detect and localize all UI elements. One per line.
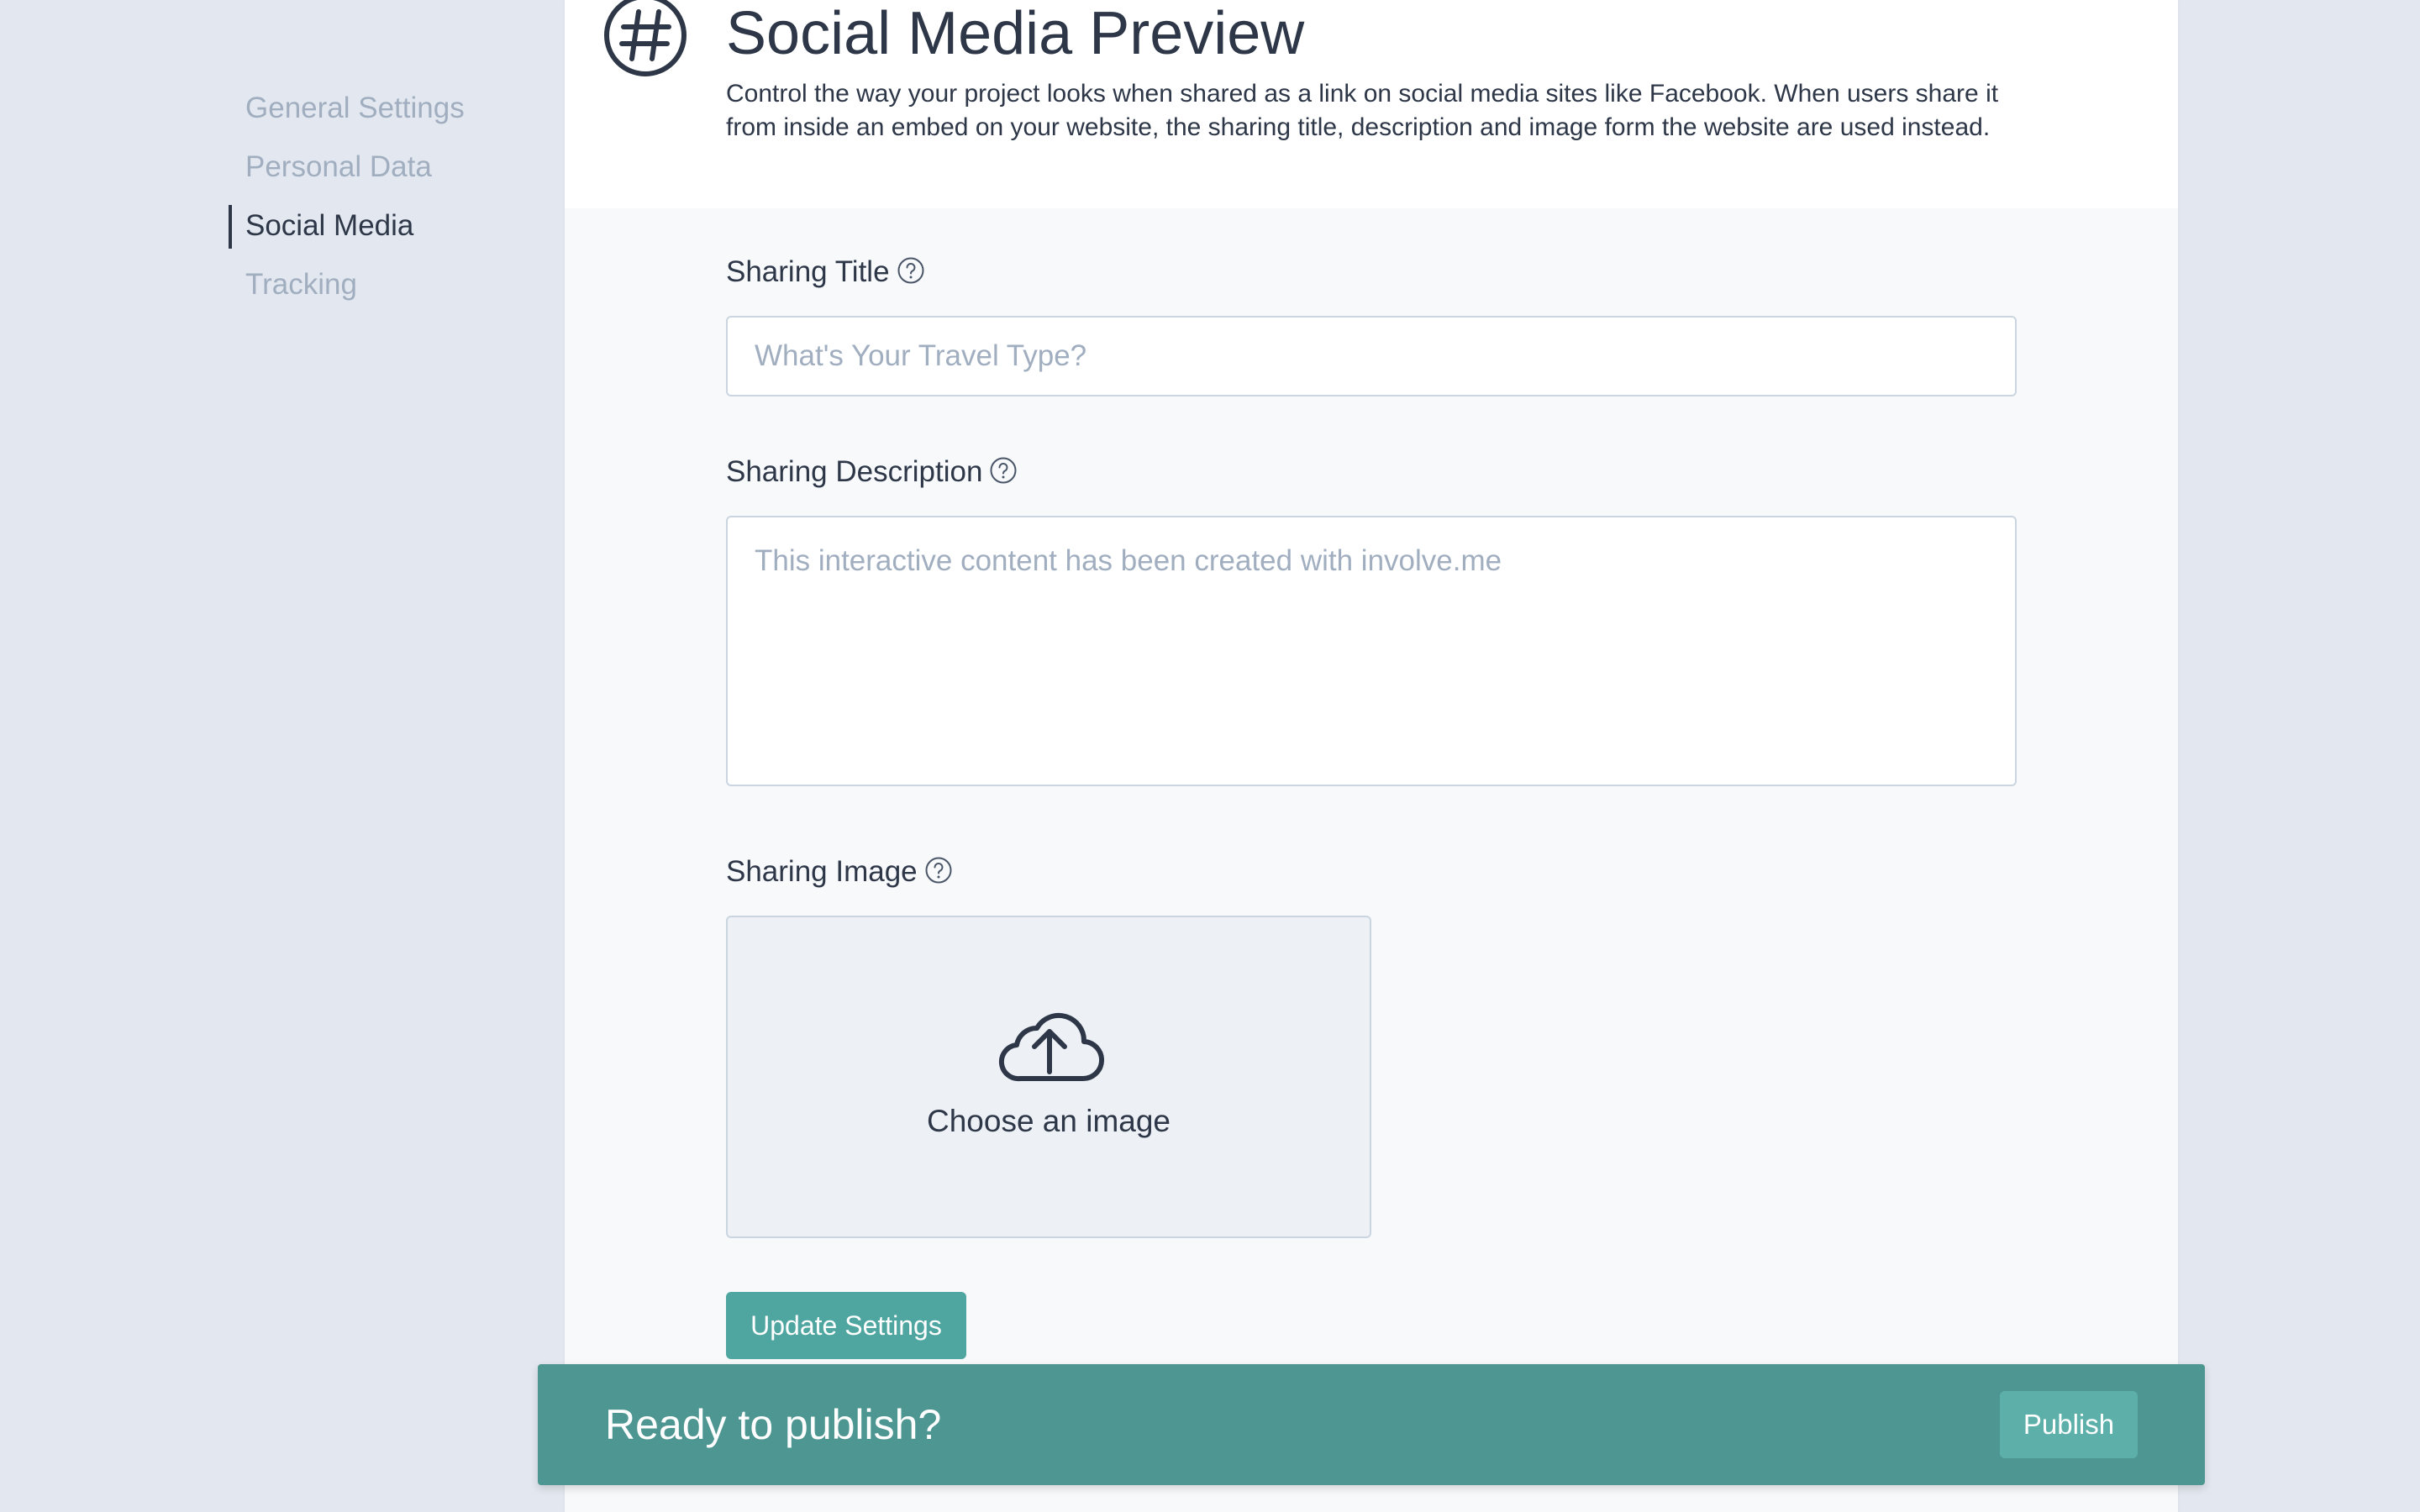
sidebar-item-tracking[interactable]: Tracking (229, 264, 531, 323)
hashtag-icon (604, 0, 687, 76)
help-icon[interactable] (897, 256, 925, 285)
sharing-title-label-text: Sharing Title (726, 255, 890, 288)
publish-button[interactable]: Publish (2000, 1391, 2138, 1458)
publish-bar: Ready to publish? Publish (538, 1364, 2205, 1485)
settings-panel: Social Media Preview Control the way you… (565, 0, 2178, 1512)
dropzone-label: Choose an image (926, 1104, 1171, 1138)
image-upload-dropzone[interactable]: Choose an image (726, 916, 1371, 1238)
page-title: Social Media Preview (726, 0, 1305, 67)
page-description: Control the way your project looks when … (726, 80, 1999, 141)
sidebar-item-social-media[interactable]: Social Media (229, 205, 531, 264)
sharing-image-label: Sharing Image (726, 853, 953, 890)
sharing-description-label: Sharing Description (726, 454, 1018, 491)
sidebar-item-personal-data[interactable]: Personal Data (229, 146, 531, 205)
sharing-description-label-text: Sharing Description (726, 455, 983, 488)
sharing-title-label: Sharing Title (726, 254, 925, 291)
update-settings-button[interactable]: Update Settings (726, 1292, 966, 1359)
help-icon[interactable] (924, 856, 953, 885)
sidebar-item-general-settings[interactable]: General Settings (229, 87, 531, 146)
panel-header: Social Media Preview Control the way you… (565, 0, 2178, 208)
settings-sidebar: General Settings Personal Data Social Me… (229, 87, 531, 323)
sharing-title-input[interactable] (726, 316, 2017, 396)
publish-prompt: Ready to publish? (605, 1401, 942, 1448)
sharing-image-label-text: Sharing Image (726, 855, 918, 888)
help-icon[interactable] (989, 456, 1018, 485)
sharing-description-textarea[interactable] (726, 516, 2017, 786)
cloud-upload-icon (998, 1012, 1104, 1082)
